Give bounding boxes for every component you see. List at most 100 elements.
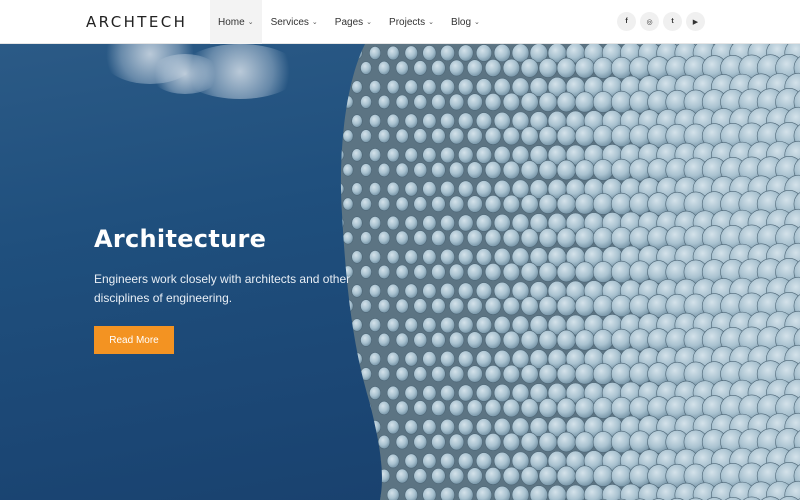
nav-item-blog[interactable]: Blog ⌄ (443, 0, 488, 44)
facade-disc (395, 332, 409, 348)
facade-disc (431, 127, 446, 145)
facade-disc (475, 112, 493, 130)
facade-disc (440, 146, 455, 164)
facade-disc (404, 419, 418, 435)
facade-disc (413, 60, 428, 76)
facade-disc (466, 331, 483, 349)
facade-disc (556, 57, 577, 79)
facade-disc (422, 215, 437, 231)
facade-disc (556, 295, 577, 317)
nav-item-pages[interactable]: Pages ⌄ (327, 0, 380, 44)
facade-disc (340, 318, 345, 332)
facade-disc (574, 295, 595, 317)
nav-item-projects[interactable]: Projects ⌄ (381, 0, 442, 44)
facade-disc (377, 230, 391, 246)
facade-disc (369, 352, 382, 366)
facade-disc (538, 194, 558, 214)
facade-disc (475, 418, 493, 436)
facade-disc (466, 399, 483, 417)
chevron-down-icon: ⌄ (428, 19, 435, 26)
facade-disc (342, 95, 354, 109)
facade-disc (466, 93, 483, 111)
facade-disc (377, 264, 391, 280)
facade-disc (574, 91, 595, 113)
site-logo[interactable]: ARCHTECH (86, 13, 187, 31)
facade-disc (440, 486, 455, 500)
read-more-button[interactable]: Read More (94, 326, 174, 354)
chevron-down-icon: ⌄ (474, 19, 480, 26)
facade-disc (592, 261, 614, 283)
facade-disc (556, 431, 577, 453)
main-nav: Home ⌄ Services ⌄ Pages ⌄ Projects ⌄ Blo… (210, 0, 488, 44)
nav-item-services[interactable]: Services ⌄ (263, 0, 326, 44)
facade-disc (325, 232, 335, 244)
facade-disc (395, 128, 409, 144)
facade-disc (610, 260, 633, 284)
facade-disc (404, 181, 418, 197)
facade-disc (610, 328, 633, 352)
nav-item-label: Home (218, 16, 245, 28)
facade-disc (457, 146, 474, 164)
facade-disc (404, 249, 418, 265)
facade-disc (431, 263, 446, 281)
facade-disc (369, 250, 382, 264)
facade-disc (377, 94, 391, 110)
facade-disc (431, 399, 446, 417)
facade-disc (386, 351, 400, 367)
facade-disc (342, 333, 354, 347)
twitter-icon[interactable]: t (663, 12, 682, 31)
hero-description: Engineers work closely with architects a… (94, 272, 351, 305)
facade-disc (538, 262, 558, 282)
facade-disc (520, 160, 539, 180)
youtube-icon[interactable]: ▶ (686, 12, 705, 31)
facade-disc (466, 127, 483, 145)
site-header: ARCHTECH Home ⌄ Services ⌄ Pages ⌄ Proje… (0, 0, 800, 44)
facade-disc (431, 331, 446, 349)
facade-disc (493, 44, 511, 63)
facade-disc (413, 196, 428, 212)
facade-disc (592, 227, 614, 249)
facade-disc (520, 92, 539, 112)
facade-disc (395, 94, 409, 110)
facade-disc (395, 196, 409, 212)
facade-disc (325, 198, 335, 210)
facade-disc (502, 58, 520, 78)
facade-disc (351, 352, 363, 366)
nav-item-home[interactable]: Home ⌄ (210, 0, 262, 44)
facade-disc (340, 488, 345, 500)
facade-disc (502, 194, 520, 214)
facade-disc (484, 59, 502, 77)
facade-disc (386, 385, 400, 401)
facade-disc (484, 331, 502, 349)
facade-disc (538, 296, 558, 316)
facade-disc (340, 80, 345, 94)
facade-disc (610, 430, 633, 454)
facade-disc (413, 230, 428, 246)
facade-disc (538, 466, 558, 486)
instagram-icon[interactable]: ◎ (640, 12, 659, 31)
facade-disc (520, 432, 539, 452)
facade-disc (502, 92, 520, 112)
chevron-down-icon: ⌄ (247, 19, 254, 26)
facade-disc (538, 330, 558, 350)
facade-disc (610, 90, 633, 114)
facade-disc (342, 231, 354, 245)
facade-disc (440, 418, 455, 436)
facade-disc (369, 182, 382, 196)
facade-disc (520, 466, 539, 486)
facade-disc (556, 159, 577, 181)
facebook-icon[interactable]: f (617, 12, 636, 31)
facade-disc (574, 431, 595, 453)
facade-disc (449, 399, 465, 417)
facade-disc (449, 127, 465, 145)
facade-disc (502, 228, 520, 248)
facade-disc (431, 93, 446, 111)
facade-disc (404, 317, 418, 333)
facade-disc (422, 453, 437, 469)
facade-disc (377, 332, 391, 348)
facade-disc (484, 467, 502, 485)
facade-disc (360, 333, 372, 347)
facade-disc (325, 402, 335, 414)
facade-disc (413, 434, 428, 450)
facade-disc (610, 294, 633, 318)
